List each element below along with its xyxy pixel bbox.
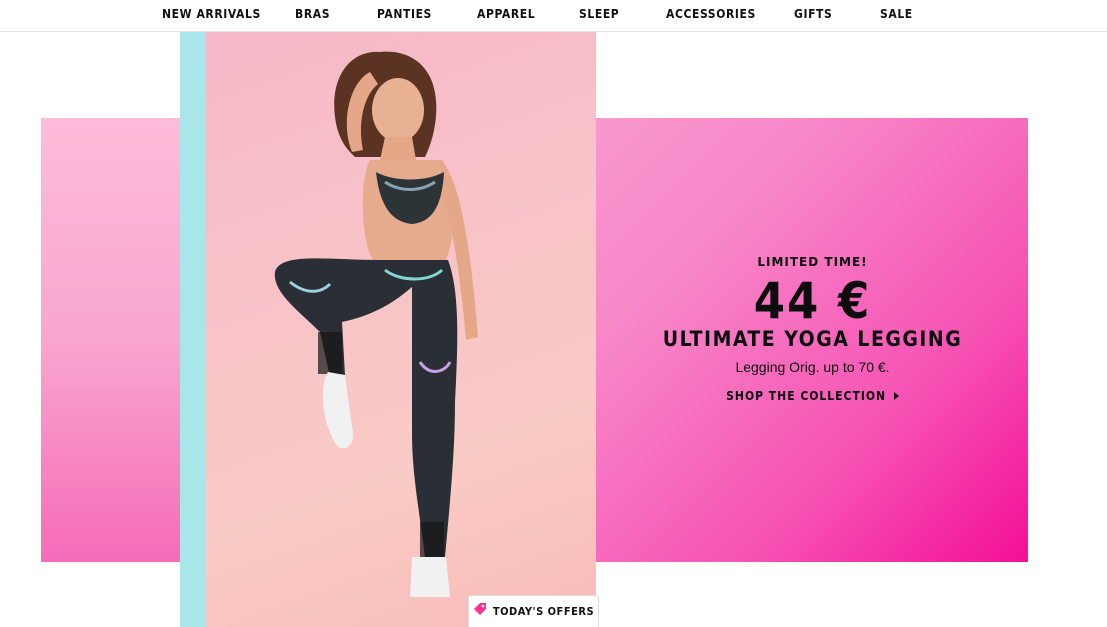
shop-collection-link[interactable]: SHOP THE COLLECTION: [726, 389, 899, 403]
tag-icon: [473, 602, 487, 621]
nav-item-new-arrivals[interactable]: NEW ARRIVALS: [162, 7, 261, 21]
promo-eyebrow: LIMITED TIME!: [757, 255, 868, 269]
nav-item-sleep[interactable]: SLEEP: [579, 7, 619, 21]
todays-offers-tab[interactable]: TODAY'S OFFERS: [468, 595, 599, 627]
chevron-right-icon: [893, 392, 899, 400]
nav-item-apparel[interactable]: APPAREL: [477, 7, 535, 21]
promo-title: ULTIMATE YOGA LEGGING: [662, 327, 963, 351]
nav-item-accessories[interactable]: ACCESSORIES: [666, 7, 756, 21]
top-navigation: NEW ARRIVALS BRAS PANTIES APPAREL SLEEP …: [0, 0, 1107, 32]
model-photo[interactable]: [180, 32, 596, 627]
todays-offers-label: TODAY'S OFFERS: [492, 605, 595, 618]
model-illustration: [274, 51, 478, 597]
nav-item-bras[interactable]: BRAS: [295, 7, 330, 21]
nav-item-panties[interactable]: PANTIES: [377, 7, 432, 21]
banner-left-panel: [41, 118, 180, 562]
teal-accent-strip: [180, 32, 206, 627]
promo-subtitle: Legging Orig. up to 70 €.: [735, 359, 890, 375]
nav-item-gifts[interactable]: GIFTS: [794, 7, 832, 21]
shop-collection-label: SHOP THE COLLECTION: [726, 389, 887, 403]
nav-item-sale[interactable]: SALE: [880, 7, 913, 21]
promo-price: 44 €: [753, 272, 872, 330]
promo-block: LIMITED TIME! 44 € ULTIMATE YOGA LEGGING…: [650, 255, 975, 405]
